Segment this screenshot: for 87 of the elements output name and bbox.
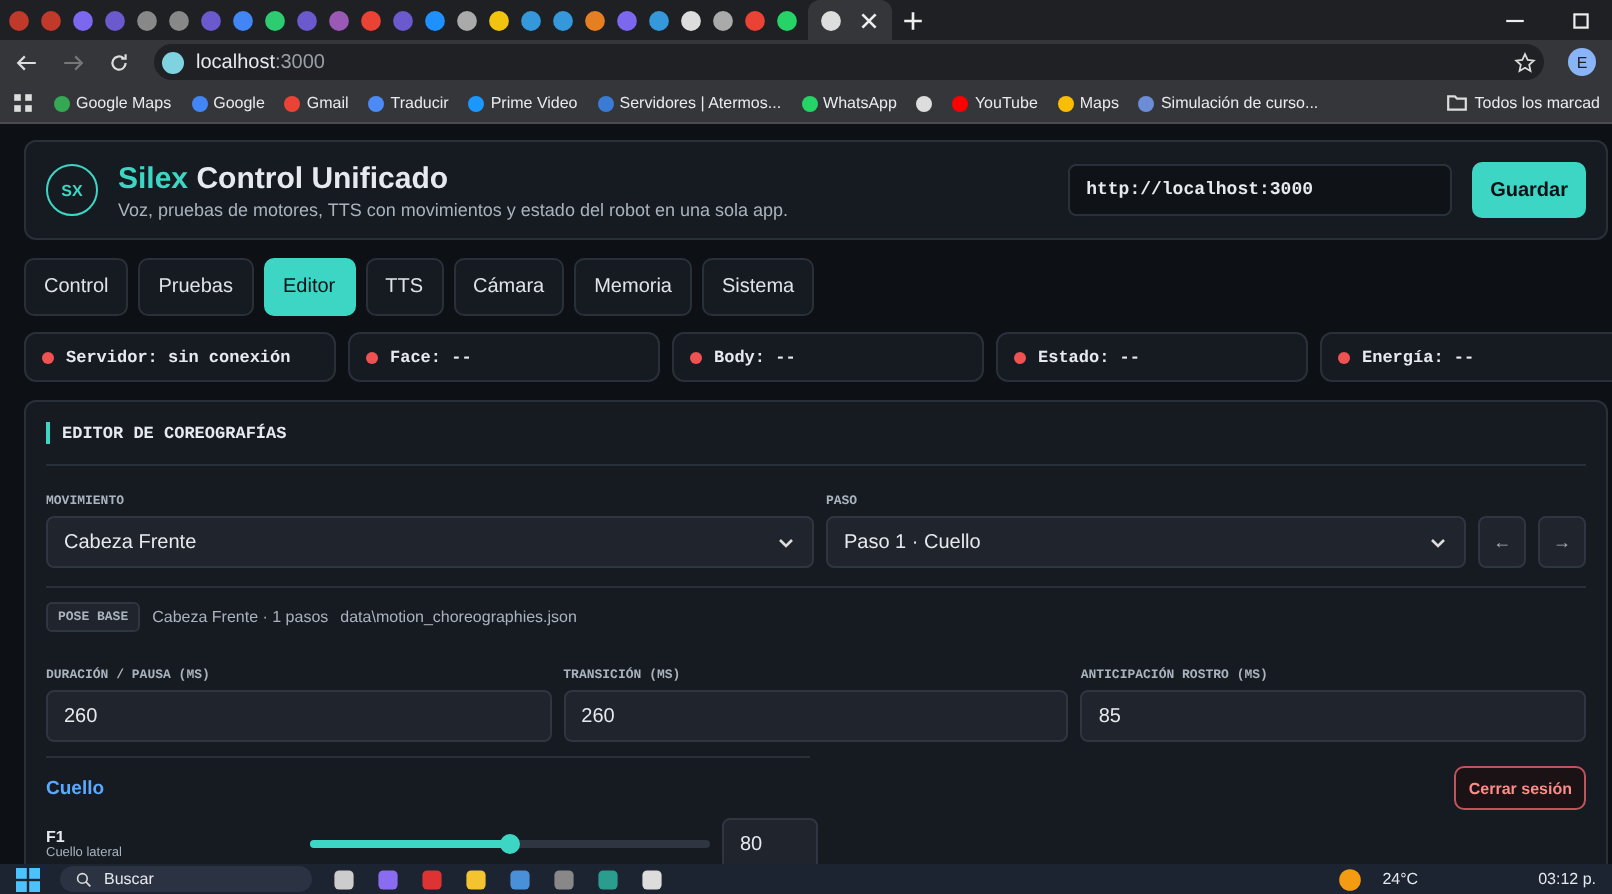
tab-favicon-icon[interactable] <box>712 9 734 31</box>
bookmark[interactable]: Google <box>213 94 265 112</box>
bookmark[interactable]: WhatsApp <box>823 94 897 112</box>
bookmark[interactable]: Maps <box>1079 94 1119 112</box>
app-subtitle: Voz, pruebas de motores, TTS con movimientos y estado del robot en una sola app. <box>118 199 789 219</box>
restore-icon[interactable] <box>1570 9 1592 31</box>
bookmark-icon[interactable] <box>54 95 70 111</box>
taskbar-app-icon[interactable] <box>464 867 488 891</box>
nav-tab[interactable]: Cámara <box>453 258 565 316</box>
bookmark-icon[interactable] <box>1057 95 1074 111</box>
previous-button[interactable]: ← <box>1478 516 1527 568</box>
step-select[interactable]: Paso 1 · Cuello <box>825 516 1467 568</box>
tab-favicon-icon[interactable] <box>680 9 702 31</box>
nav-tab[interactable]: TTS <box>365 258 444 316</box>
tab-favicon-icon[interactable] <box>648 9 670 31</box>
slider-thumb[interactable] <box>500 834 520 854</box>
nav-tab[interactable]: Sistema <box>702 258 815 316</box>
tab-favicon-icon[interactable] <box>264 9 286 31</box>
bookmark-icon[interactable] <box>916 95 933 111</box>
tab-favicon-icon[interactable] <box>776 9 798 31</box>
number-field[interactable]: 260 <box>46 690 552 742</box>
bookmark[interactable]: Simulación de curso... <box>1160 94 1319 112</box>
tab-favicon-icon[interactable] <box>584 9 606 31</box>
next-button[interactable]: → <box>1538 516 1586 568</box>
nav-tab[interactable]: Memoria <box>574 258 692 316</box>
sun-icon <box>1338 867 1363 891</box>
server-url-field[interactable]: http://localhost:3000 <box>1068 164 1453 216</box>
weather-text: 24°C <box>1382 870 1419 888</box>
tab-favicon-icon[interactable] <box>820 9 842 31</box>
bookmark-icon[interactable] <box>1138 95 1155 111</box>
taskbar-app-icon[interactable] <box>596 867 620 891</box>
address-bar[interactable]: localhost:3000 <box>154 44 1544 80</box>
close-icon[interactable] <box>858 9 880 31</box>
tab-favicon-icon[interactable] <box>424 9 446 31</box>
save-button[interactable]: Guardar <box>1472 162 1586 218</box>
reload-icon[interactable] <box>108 51 130 73</box>
status-text: Body: -- <box>714 347 796 367</box>
bookmark[interactable]: Servidores | Atermos... <box>619 94 782 112</box>
back-icon[interactable] <box>16 51 38 73</box>
bookmark[interactable]: YouTube <box>974 94 1038 112</box>
forward-icon[interactable] <box>62 51 84 73</box>
bookmark-icon[interactable] <box>468 95 485 111</box>
bookmark[interactable]: Google Maps <box>76 94 172 112</box>
group-title: Cuello <box>46 777 105 799</box>
status-text: Face: -- <box>390 347 472 367</box>
bookmark-icon[interactable] <box>368 95 385 111</box>
taskbar-search[interactable]: Buscar <box>60 866 312 892</box>
summary-text: Cabeza Frente · 1 pasos <box>152 608 329 626</box>
slider-track[interactable] <box>310 840 710 848</box>
status-text: Estado: -- <box>1038 347 1141 367</box>
tab-favicon-icon[interactable] <box>520 9 542 31</box>
nav-tab[interactable]: Editor <box>263 258 356 316</box>
motor-name: F1 <box>46 828 67 846</box>
status-text: Energía: -- <box>1362 347 1475 367</box>
profile-avatar[interactable]: E <box>1568 48 1596 76</box>
apps-icon[interactable] <box>12 92 34 114</box>
file-path: data\motion_choreographies.json <box>340 608 577 626</box>
star-icon[interactable] <box>1514 51 1536 73</box>
number-field[interactable]: 260 <box>563 690 1069 742</box>
app-title: Silex Control Unificado <box>118 161 451 195</box>
taskbar-app-icon[interactable] <box>640 867 664 891</box>
movement-select[interactable]: Cabeza Frente <box>46 516 814 568</box>
tab-favicon-icon[interactable] <box>488 9 510 31</box>
logo: SX <box>46 164 98 216</box>
taskbar-app-icon[interactable] <box>332 867 356 891</box>
bookmark[interactable]: Traducir <box>390 94 449 112</box>
number-field[interactable]: 85 <box>1080 690 1586 742</box>
all-bookmarks[interactable]: Todos los marcad <box>1474 94 1600 112</box>
windows-start-icon[interactable] <box>16 867 40 891</box>
clock: 03:12 p. <box>1538 870 1596 888</box>
bookmark[interactable]: Prime Video <box>490 94 578 112</box>
logout-button[interactable]: Cerrar sesión <box>1454 766 1586 810</box>
section-title: EDITOR DE COREOGRAFÍAS <box>62 423 287 443</box>
nav-tab[interactable]: Control <box>24 258 129 316</box>
search-icon <box>76 871 92 887</box>
taskbar-app-icon[interactable] <box>508 867 532 891</box>
site-info-icon[interactable] <box>162 51 184 73</box>
bookmark-icon[interactable] <box>801 95 818 111</box>
accent-bar <box>46 422 50 444</box>
plus-icon[interactable] <box>902 9 924 31</box>
status-text: Servidor: sin conexión <box>66 347 291 367</box>
number-field[interactable]: 80 <box>722 818 818 864</box>
tab-favicon-icon[interactable] <box>456 9 478 31</box>
folder-icon[interactable] <box>1446 92 1469 114</box>
nav-tab[interactable]: Pruebas <box>138 258 253 316</box>
tab-favicon-icon[interactable] <box>552 9 574 31</box>
bookmark[interactable]: Gmail <box>306 94 349 112</box>
